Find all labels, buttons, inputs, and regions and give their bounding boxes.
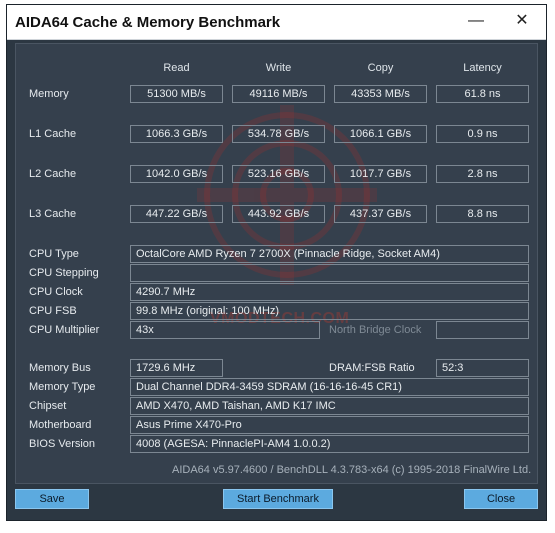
window-title: AIDA64 Cache & Memory Benchmark <box>15 14 281 31</box>
memory-read-value: 51300 MB/s <box>130 85 223 103</box>
l1-copy-value: 1066.1 GB/s <box>334 125 427 143</box>
bios-version-label: BIOS Version <box>29 438 96 450</box>
memory-write-value: 49116 MB/s <box>232 85 325 103</box>
memory-type-value: Dual Channel DDR4-3459 SDRAM (16-16-16-4… <box>130 378 529 396</box>
l2-copy-value: 1017.7 GB/s <box>334 165 427 183</box>
row-label-memory: Memory <box>29 88 69 100</box>
north-bridge-clock-label: North Bridge Clock <box>329 324 422 336</box>
column-header-copy: Copy <box>367 62 394 74</box>
l3-write-value: 443.92 GB/s <box>232 205 325 223</box>
close-icon[interactable]: ✕ <box>508 10 536 32</box>
column-header-latency: Latency <box>463 62 502 74</box>
cpu-stepping-value <box>130 264 529 282</box>
l1-write-value: 534.78 GB/s <box>232 125 325 143</box>
cpu-fsb-value: 99.8 MHz (original: 100 MHz) <box>130 302 529 320</box>
chipset-value: AMD X470, AMD Taishan, AMD K17 IMC <box>130 397 529 415</box>
row-label-l2-cache: L2 Cache <box>29 168 77 180</box>
main-panel: VMODTECH.COM Read Write Copy Latency Mem… <box>15 43 538 484</box>
dram-fsb-ratio-label: DRAM:FSB Ratio <box>329 362 415 374</box>
cpu-clock-label: CPU Clock <box>29 286 83 298</box>
memory-copy-value: 43353 MB/s <box>334 85 427 103</box>
l2-read-value: 1042.0 GB/s <box>130 165 223 183</box>
memory-latency-value: 61.8 ns <box>436 85 529 103</box>
row-label-l1-cache: L1 Cache <box>29 128 77 140</box>
l3-copy-value: 437.37 GB/s <box>334 205 427 223</box>
version-footer: AIDA64 v5.97.4600 / BenchDLL 4.3.783-x64… <box>172 464 532 476</box>
cpu-multiplier-value: 43x <box>130 321 320 339</box>
chipset-label: Chipset <box>29 400 67 412</box>
l3-latency-value: 8.8 ns <box>436 205 529 223</box>
close-button[interactable]: Close <box>464 489 538 509</box>
north-bridge-clock-value <box>436 321 529 339</box>
cpu-clock-value: 4290.7 MHz <box>130 283 529 301</box>
memory-bus-value: 1729.6 MHz <box>130 359 223 377</box>
l2-write-value: 523.16 GB/s <box>232 165 325 183</box>
motherboard-value: Asus Prime X470-Pro <box>130 416 529 434</box>
l3-read-value: 447.22 GB/s <box>130 205 223 223</box>
column-header-read: Read <box>163 62 190 74</box>
memory-bus-label: Memory Bus <box>29 362 91 374</box>
save-button[interactable]: Save <box>15 489 89 509</box>
row-label-l3-cache: L3 Cache <box>29 208 77 220</box>
column-header-write: Write <box>265 62 292 74</box>
title-bar: AIDA64 Cache & Memory Benchmark — ✕ <box>7 5 546 40</box>
minimize-icon[interactable]: — <box>462 10 490 32</box>
motherboard-label: Motherboard <box>29 419 92 431</box>
l2-latency-value: 2.8 ns <box>436 165 529 183</box>
cpu-type-value: OctalCore AMD Ryzen 7 2700X (Pinnacle Ri… <box>130 245 529 263</box>
cpu-type-label: CPU Type <box>29 248 79 260</box>
dram-fsb-ratio-value: 52:3 <box>436 359 529 377</box>
bios-version-value: 4008 (AGESA: PinnaclePI-AM4 1.0.0.2) <box>130 435 529 453</box>
benchmark-window: AIDA64 Cache & Memory Benchmark — ✕ VMOD… <box>6 4 547 521</box>
cpu-stepping-label: CPU Stepping <box>29 267 99 279</box>
l1-read-value: 1066.3 GB/s <box>130 125 223 143</box>
memory-type-label: Memory Type <box>29 381 96 393</box>
start-benchmark-button[interactable]: Start Benchmark <box>223 489 333 509</box>
cpu-multiplier-label: CPU Multiplier <box>29 324 100 336</box>
l1-latency-value: 0.9 ns <box>436 125 529 143</box>
cpu-fsb-label: CPU FSB <box>29 305 77 317</box>
